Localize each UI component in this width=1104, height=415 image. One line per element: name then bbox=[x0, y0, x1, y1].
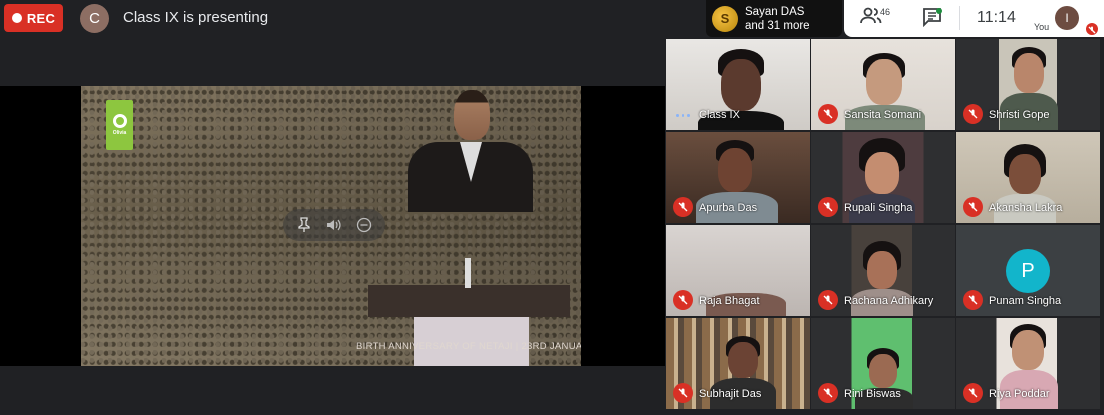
participant-tile[interactable]: Subhajit Das bbox=[666, 318, 810, 409]
active-speaker-others: and 31 more bbox=[745, 19, 810, 32]
participant-tile[interactable]: Rupali Singha bbox=[811, 132, 955, 223]
controls-divider bbox=[959, 6, 960, 30]
active-speaker-text: Sayan DAS and 31 more bbox=[745, 5, 810, 33]
people-count: 46 bbox=[880, 7, 891, 17]
record-dot-icon bbox=[11, 13, 22, 23]
participant-tile[interactable]: Rachana Adhikary bbox=[811, 225, 955, 316]
presenter-head bbox=[454, 90, 490, 140]
meeting-controls-panel: 46 11:14 You I bbox=[844, 0, 1104, 37]
participant-name: Sansita Somani bbox=[844, 109, 922, 121]
participant-tile[interactable]: Akansha Lakra bbox=[956, 132, 1100, 223]
participant-tile[interactable]: P Punam Singha bbox=[956, 225, 1100, 316]
mic-off-icon bbox=[673, 290, 693, 310]
meeting-clock: 11:14 bbox=[977, 9, 1016, 26]
chat-button[interactable] bbox=[922, 7, 944, 29]
presenter-avatar: C bbox=[80, 4, 109, 33]
logo-text: Olivia bbox=[112, 130, 127, 136]
mic-off-icon bbox=[963, 197, 983, 217]
participant-tile[interactable]: Class IX bbox=[666, 39, 810, 130]
volume-icon[interactable] bbox=[324, 215, 344, 235]
active-speaker-indicator[interactable]: S Sayan DAS and 31 more bbox=[706, 0, 842, 37]
participant-name: Akansha Lakra bbox=[989, 202, 1063, 214]
participant-tile[interactable]: Rini Biswas bbox=[811, 318, 955, 409]
participant-name: Shristi Gope bbox=[989, 109, 1050, 121]
participant-name: Rachana Adhikary bbox=[844, 295, 934, 307]
mic-off-icon bbox=[673, 383, 693, 403]
participant-tile[interactable]: Raja Bhagat bbox=[666, 225, 810, 316]
tile-hover-controls bbox=[283, 209, 385, 241]
self-label: You bbox=[1034, 22, 1050, 32]
people-icon bbox=[860, 7, 882, 24]
mic-off-icon bbox=[818, 383, 838, 403]
participant-name: Subhajit Das bbox=[699, 388, 762, 400]
logo-ring-icon bbox=[112, 114, 127, 128]
participant-tile[interactable]: Sansita Somani bbox=[811, 39, 955, 130]
speaking-dots-icon bbox=[676, 111, 691, 119]
participant-tile[interactable]: Shristi Gope bbox=[956, 39, 1100, 130]
participant-name: Apurba Das bbox=[699, 202, 758, 214]
people-button[interactable]: 46 bbox=[860, 6, 894, 30]
participant-name: Punam Singha bbox=[989, 295, 1062, 307]
recording-label: REC bbox=[26, 10, 56, 26]
mic-off-icon bbox=[673, 197, 693, 217]
participant-avatar: P bbox=[1006, 249, 1050, 293]
school-logo: Olivia bbox=[106, 100, 133, 150]
chat-notification-dot bbox=[936, 8, 942, 14]
presenter-figure bbox=[408, 90, 533, 212]
active-speaker-name: Sayan DAS bbox=[745, 5, 805, 18]
participant-tile[interactable]: Apurba Das bbox=[666, 132, 810, 223]
mic-off-icon bbox=[818, 197, 838, 217]
video-caption: BIRTH ANNIVERSARY OF NETAJI | 23RD JANUA… bbox=[356, 341, 581, 352]
self-mic-off-icon bbox=[1086, 23, 1098, 35]
participant-name: Riya Poddar bbox=[989, 388, 1050, 400]
self-avatar[interactable]: I bbox=[1055, 6, 1079, 30]
participant-name: Raja Bhagat bbox=[699, 295, 760, 307]
remove-icon[interactable] bbox=[354, 215, 374, 235]
active-speaker-avatar: S bbox=[712, 5, 738, 32]
recording-badge[interactable]: REC bbox=[4, 4, 63, 32]
participant-name: Class IX bbox=[699, 109, 740, 121]
podium-top bbox=[368, 285, 570, 317]
participant-grid: Class IX Sansita Somani Shristi Gope Apu… bbox=[665, 38, 1104, 415]
mic-off-icon bbox=[963, 383, 983, 403]
presenting-status: Class IX is presenting bbox=[123, 9, 269, 26]
podium-microphone bbox=[465, 258, 471, 288]
participant-name: Rupali Singha bbox=[844, 202, 913, 214]
video-caption-clip: BIRTH ANNIVERSARY OF NETAJI | 23RD JANUA… bbox=[350, 336, 581, 356]
mic-off-icon bbox=[818, 104, 838, 124]
pin-icon[interactable] bbox=[294, 215, 314, 235]
mic-off-icon bbox=[963, 290, 983, 310]
mic-off-icon bbox=[963, 104, 983, 124]
participant-tile[interactable]: Riya Poddar bbox=[956, 318, 1100, 409]
mic-off-icon bbox=[818, 290, 838, 310]
participant-name: Rini Biswas bbox=[844, 388, 901, 400]
